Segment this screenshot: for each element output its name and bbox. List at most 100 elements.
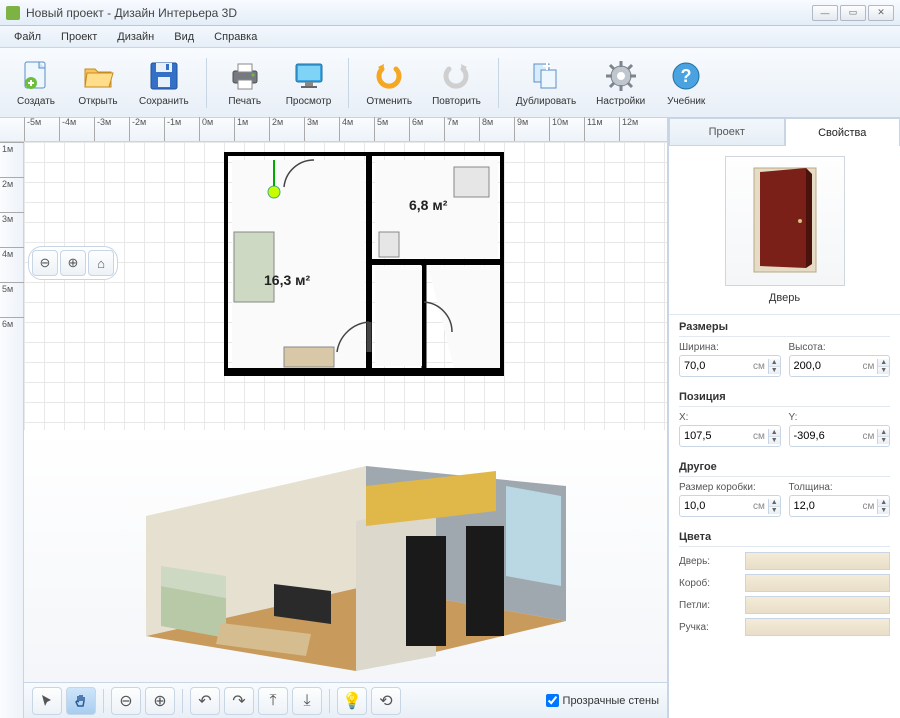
separator [329, 689, 330, 713]
plan-3d-view[interactable] [24, 430, 667, 682]
width-unit: см [753, 361, 768, 372]
transparent-walls-checkbox[interactable] [546, 694, 559, 707]
open-button[interactable]: Открыть [70, 53, 126, 112]
frame-spinner[interactable]: см ▲▼ [679, 495, 781, 517]
other-heading: Другое [679, 461, 890, 477]
y-label: Y: [789, 412, 891, 423]
menu-help[interactable]: Справка [206, 28, 265, 46]
height-input[interactable] [790, 360, 863, 372]
x-input[interactable] [680, 430, 753, 442]
rotate-down-button[interactable]: ⤓ [292, 687, 322, 715]
settings-button[interactable]: Настройки [589, 53, 652, 112]
spin-up-icon[interactable]: ▲ [878, 429, 889, 437]
duplicate-button[interactable]: Дублировать [509, 53, 583, 112]
ruler-tick: -2м [129, 117, 146, 141]
ruler-tick: -5м [24, 117, 41, 141]
tab-properties[interactable]: Свойства [785, 118, 900, 146]
print-label: Печать [228, 96, 261, 107]
rotate-left-button[interactable]: ↶ [190, 687, 220, 715]
window-title: Новый проект - Дизайн Интерьера 3D [26, 6, 237, 20]
frame-label: Размер коробки: [679, 482, 781, 493]
plan-2d-view[interactable]: 16,3 м² 6,8 м² ⊖ ⊕ ⌂ [24, 142, 667, 430]
tutorial-label: Учебник [667, 96, 705, 107]
ruler-tick: 4м [0, 247, 24, 259]
spin-up-icon[interactable]: ▲ [769, 429, 780, 437]
duplicate-label: Дублировать [516, 96, 576, 107]
thickness-input[interactable] [790, 500, 863, 512]
ruler-tick: -4м [59, 117, 76, 141]
save-button[interactable]: Сохранить [132, 53, 196, 112]
spin-up-icon[interactable]: ▲ [769, 359, 780, 367]
create-button[interactable]: Создать [8, 53, 64, 112]
help-icon: ? [668, 58, 704, 94]
spin-up-icon[interactable]: ▲ [878, 359, 889, 367]
zoom-home-button[interactable]: ⌂ [88, 250, 114, 276]
position-heading: Позиция [679, 391, 890, 407]
zoom-out-button[interactable]: ⊖ [32, 250, 58, 276]
spin-up-icon[interactable]: ▲ [878, 499, 889, 507]
tutorial-button[interactable]: ? Учебник [658, 53, 714, 112]
preview-label: Дверь [769, 292, 800, 304]
height-spinner[interactable]: см ▲▼ [789, 355, 891, 377]
menu-project[interactable]: Проект [53, 28, 105, 46]
duplicate-icon [528, 58, 564, 94]
pointer-tool[interactable] [32, 687, 62, 715]
spin-up-icon[interactable]: ▲ [769, 499, 780, 507]
x-label: X: [679, 412, 781, 423]
redo-button[interactable]: Повторить [425, 53, 488, 112]
color-door-swatch[interactable] [745, 552, 890, 570]
separator [103, 689, 104, 713]
spin-down-icon[interactable]: ▼ [878, 437, 889, 444]
zoom-out-3d[interactable]: ⊖ [111, 687, 141, 715]
y-unit: см [862, 431, 877, 442]
spin-down-icon[interactable]: ▼ [769, 437, 780, 444]
thickness-spinner[interactable]: см ▲▼ [789, 495, 891, 517]
room2-area: 6,8 м² [409, 197, 447, 213]
bottom-toolbar: ⊖ ⊕ ↶ ↷ ⤒ ⤓ 💡 ⟲ Прозрачные стены [24, 682, 667, 718]
rotate-up-button[interactable]: ⤒ [258, 687, 288, 715]
print-button[interactable]: Печать [217, 53, 273, 112]
ruler-tick: 8м [479, 117, 493, 141]
close-button[interactable]: ✕ [868, 5, 894, 21]
color-hinge-swatch[interactable] [745, 596, 890, 614]
color-handle-swatch[interactable] [745, 618, 890, 636]
preview-button[interactable]: Просмотр [279, 53, 339, 112]
zoom-in-3d[interactable]: ⊕ [145, 687, 175, 715]
frame-input[interactable] [680, 500, 753, 512]
toolbar-separator [348, 58, 349, 108]
color-hinge-label: Петли: [679, 600, 739, 611]
svg-text:?: ? [681, 66, 692, 86]
undo-button[interactable]: Отменить [359, 53, 419, 112]
x-spinner[interactable]: см ▲▼ [679, 425, 781, 447]
spin-down-icon[interactable]: ▼ [878, 507, 889, 514]
reset-view-button[interactable]: ⟲ [371, 687, 401, 715]
y-input[interactable] [790, 430, 863, 442]
gear-icon [603, 58, 639, 94]
y-spinner[interactable]: см ▲▼ [789, 425, 891, 447]
maximize-button[interactable]: ▭ [840, 5, 866, 21]
preview-label: Просмотр [286, 96, 332, 107]
ruler-tick: 3м [0, 212, 24, 224]
color-frame-swatch[interactable] [745, 574, 890, 592]
spin-down-icon[interactable]: ▼ [769, 367, 780, 374]
create-label: Создать [17, 96, 55, 107]
ruler-tick: 2м [0, 177, 24, 189]
width-spinner[interactable]: см ▲▼ [679, 355, 781, 377]
rotate-right-button[interactable]: ↷ [224, 687, 254, 715]
menu-file[interactable]: Файл [6, 28, 49, 46]
minimize-button[interactable]: — [812, 5, 838, 21]
tab-project[interactable]: Проект [669, 118, 785, 146]
lighting-button[interactable]: 💡 [337, 687, 367, 715]
menu-design[interactable]: Дизайн [109, 28, 162, 46]
pan-tool[interactable] [66, 687, 96, 715]
width-input[interactable] [680, 360, 753, 372]
color-door-label: Дверь: [679, 556, 739, 567]
ruler-tick: 5м [374, 117, 388, 141]
spin-down-icon[interactable]: ▼ [769, 507, 780, 514]
spin-down-icon[interactable]: ▼ [878, 367, 889, 374]
zoom-in-button[interactable]: ⊕ [60, 250, 86, 276]
menu-view[interactable]: Вид [166, 28, 202, 46]
redo-label: Повторить [432, 96, 481, 107]
ruler-tick: 4м [339, 117, 353, 141]
save-icon [146, 58, 182, 94]
